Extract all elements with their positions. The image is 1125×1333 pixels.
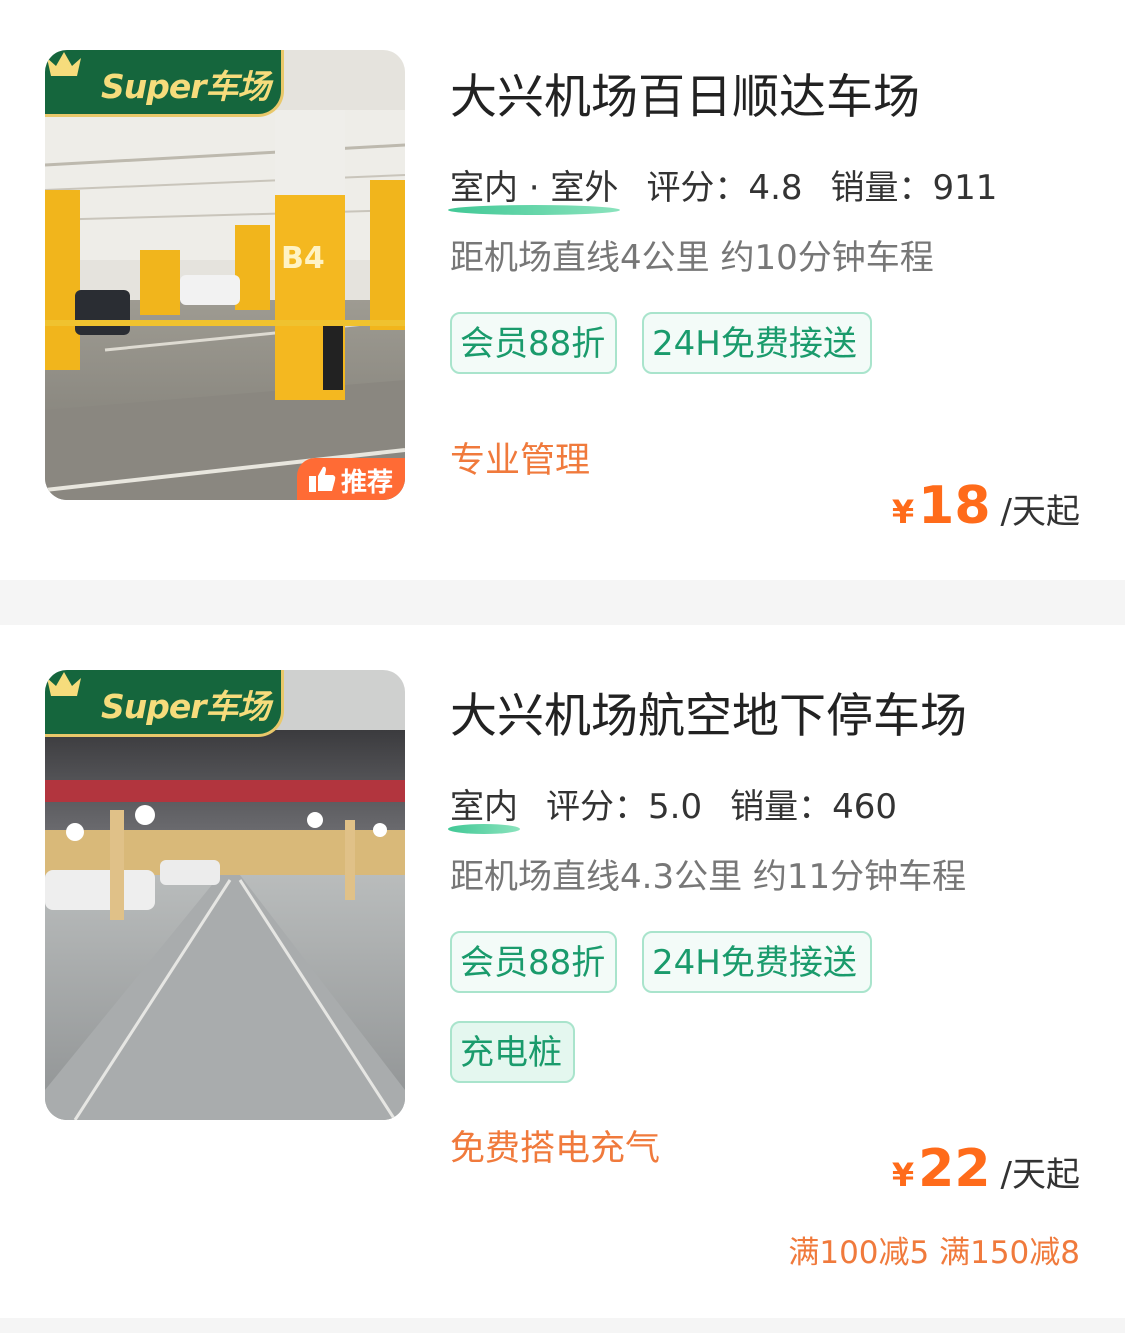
tag-member-discount: 会员88折 [450, 931, 617, 993]
price-unit: /天起 [1000, 492, 1080, 532]
distance-info: 距机场直线4.3公里 约11分钟车程 [450, 857, 967, 897]
card-divider [0, 1318, 1125, 1333]
environment-label: 室内 [448, 779, 520, 834]
parking-lot-card-2[interactable]: Super车场 大兴机场航空地下停车场 室内 评分：5.0 销量：460 距机场直… [0, 625, 1125, 1318]
lot-highlight: 专业管理 [450, 441, 591, 481]
lot-photo[interactable]: Super车场 [45, 670, 405, 1120]
crown-icon [47, 52, 81, 76]
super-lot-label: Super车场 [101, 67, 271, 106]
sales-count: 销量：460 [730, 787, 897, 827]
lot-photo[interactable]: B4 Super车场 推荐 [45, 50, 405, 500]
tag-member-discount: 会员88折 [450, 312, 617, 374]
sales-count: 销量：911 [830, 168, 998, 208]
lot-title[interactable]: 大兴机场百日顺达车场 [450, 58, 920, 127]
super-lot-badge: Super车场 [45, 670, 284, 737]
super-lot-badge: Super车场 [45, 50, 284, 117]
lot-title[interactable]: 大兴机场航空地下停车场 [450, 677, 967, 746]
super-lot-label: Super车场 [101, 687, 271, 726]
rating: 评分：4.8 [646, 168, 803, 208]
rating: 评分：5.0 [546, 787, 703, 827]
recommend-label: 推荐 [341, 468, 394, 498]
parking-lot-card-1[interactable]: B4 Super车场 推荐 大兴机场百日顺达车场 室内 · 室外 评分：4.8 销… [0, 0, 1125, 580]
price: ¥22/天起 [892, 1139, 1080, 1199]
tag-free-shuttle: 24H免费接送 [642, 931, 872, 993]
lot-highlight: 免费搭电充气 [450, 1129, 661, 1169]
price-value: 22 [918, 1139, 991, 1199]
price-unit: /天起 [1000, 1155, 1080, 1195]
environment-label: 室内 · 室外 [448, 160, 621, 215]
lot-meta: 室内 · 室外 评分：4.8 销量：911 [448, 160, 998, 215]
lot-meta: 室内 评分：5.0 销量：460 [448, 779, 897, 834]
card-divider [0, 580, 1125, 625]
thumbs-up-icon [309, 466, 336, 492]
crown-icon [47, 672, 81, 696]
currency-symbol: ¥ [891, 1156, 915, 1194]
price: ¥18/天起 [892, 476, 1080, 536]
currency-symbol: ¥ [891, 493, 915, 531]
recommend-badge: 推荐 [297, 458, 405, 500]
tag-charging-pile: 充电桩 [450, 1021, 575, 1083]
tag-free-shuttle: 24H免费接送 [642, 312, 872, 374]
svg-text:B4: B4 [281, 241, 325, 276]
distance-info: 距机场直线4公里 约10分钟车程 [450, 238, 934, 278]
price-value: 18 [918, 476, 991, 536]
promo-discount: 满100减5 满150减8 [788, 1235, 1080, 1271]
